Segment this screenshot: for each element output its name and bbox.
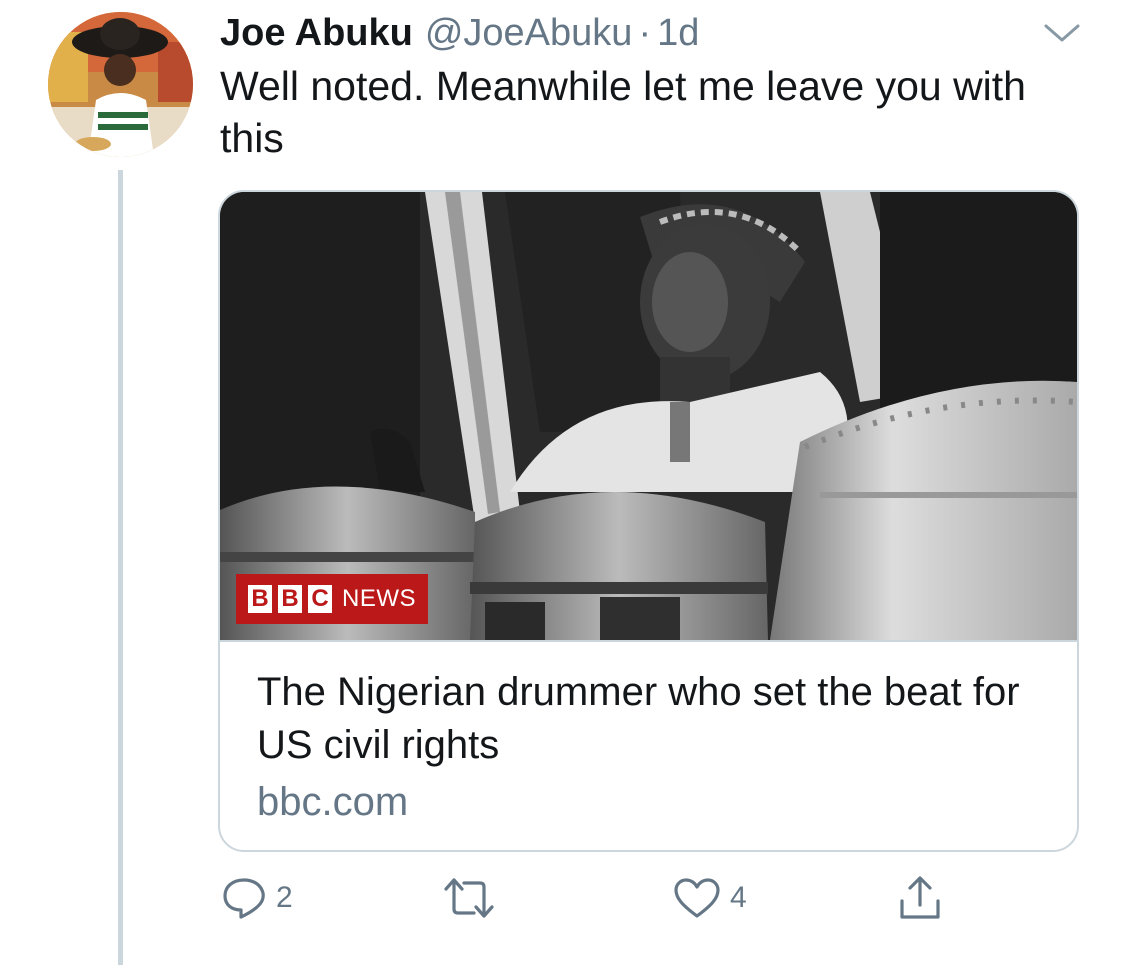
heart-icon: [674, 878, 720, 918]
bbc-news-word: NEWS: [342, 585, 416, 612]
share-icon: [900, 876, 940, 919]
avatar[interactable]: [48, 12, 193, 157]
share-button[interactable]: [895, 870, 945, 926]
tweet[interactable]: Joe Abuku @JoeAbuku · 1d Well noted. Mea…: [0, 0, 1125, 965]
link-card[interactable]: B B C NEWS The Nigerian drummer who set …: [218, 190, 1079, 852]
bbc-letter-c: C: [308, 585, 332, 613]
author-handle[interactable]: @JoeAbuku: [425, 10, 633, 56]
reply-button[interactable]: 2: [220, 870, 293, 926]
chevron-down-icon[interactable]: [1040, 18, 1084, 48]
like-count: 4: [730, 881, 747, 914]
tweet-header: Joe Abuku @JoeAbuku · 1d: [220, 10, 699, 56]
bbc-news-logo: B B C NEWS: [236, 574, 428, 624]
tweet-timestamp[interactable]: 1d: [657, 10, 699, 56]
author-name[interactable]: Joe Abuku: [220, 10, 413, 56]
card-domain[interactable]: bbc.com: [257, 777, 408, 827]
reply-icon: [223, 878, 265, 919]
card-image: B B C NEWS: [220, 192, 1077, 642]
retweet-button[interactable]: [440, 870, 506, 926]
retweet-icon: [444, 878, 494, 918]
bbc-letter-b1: B: [248, 585, 272, 613]
thread-line: [118, 170, 123, 965]
separator-dot: ·: [638, 12, 652, 54]
reply-count: 2: [276, 881, 293, 914]
bbc-letter-b2: B: [278, 585, 302, 613]
card-title[interactable]: The Nigerian drummer who set the beat fo…: [257, 666, 1057, 772]
like-button[interactable]: 4: [672, 870, 747, 926]
tweet-text: Well noted. Meanwhile let me leave you w…: [220, 63, 1026, 161]
